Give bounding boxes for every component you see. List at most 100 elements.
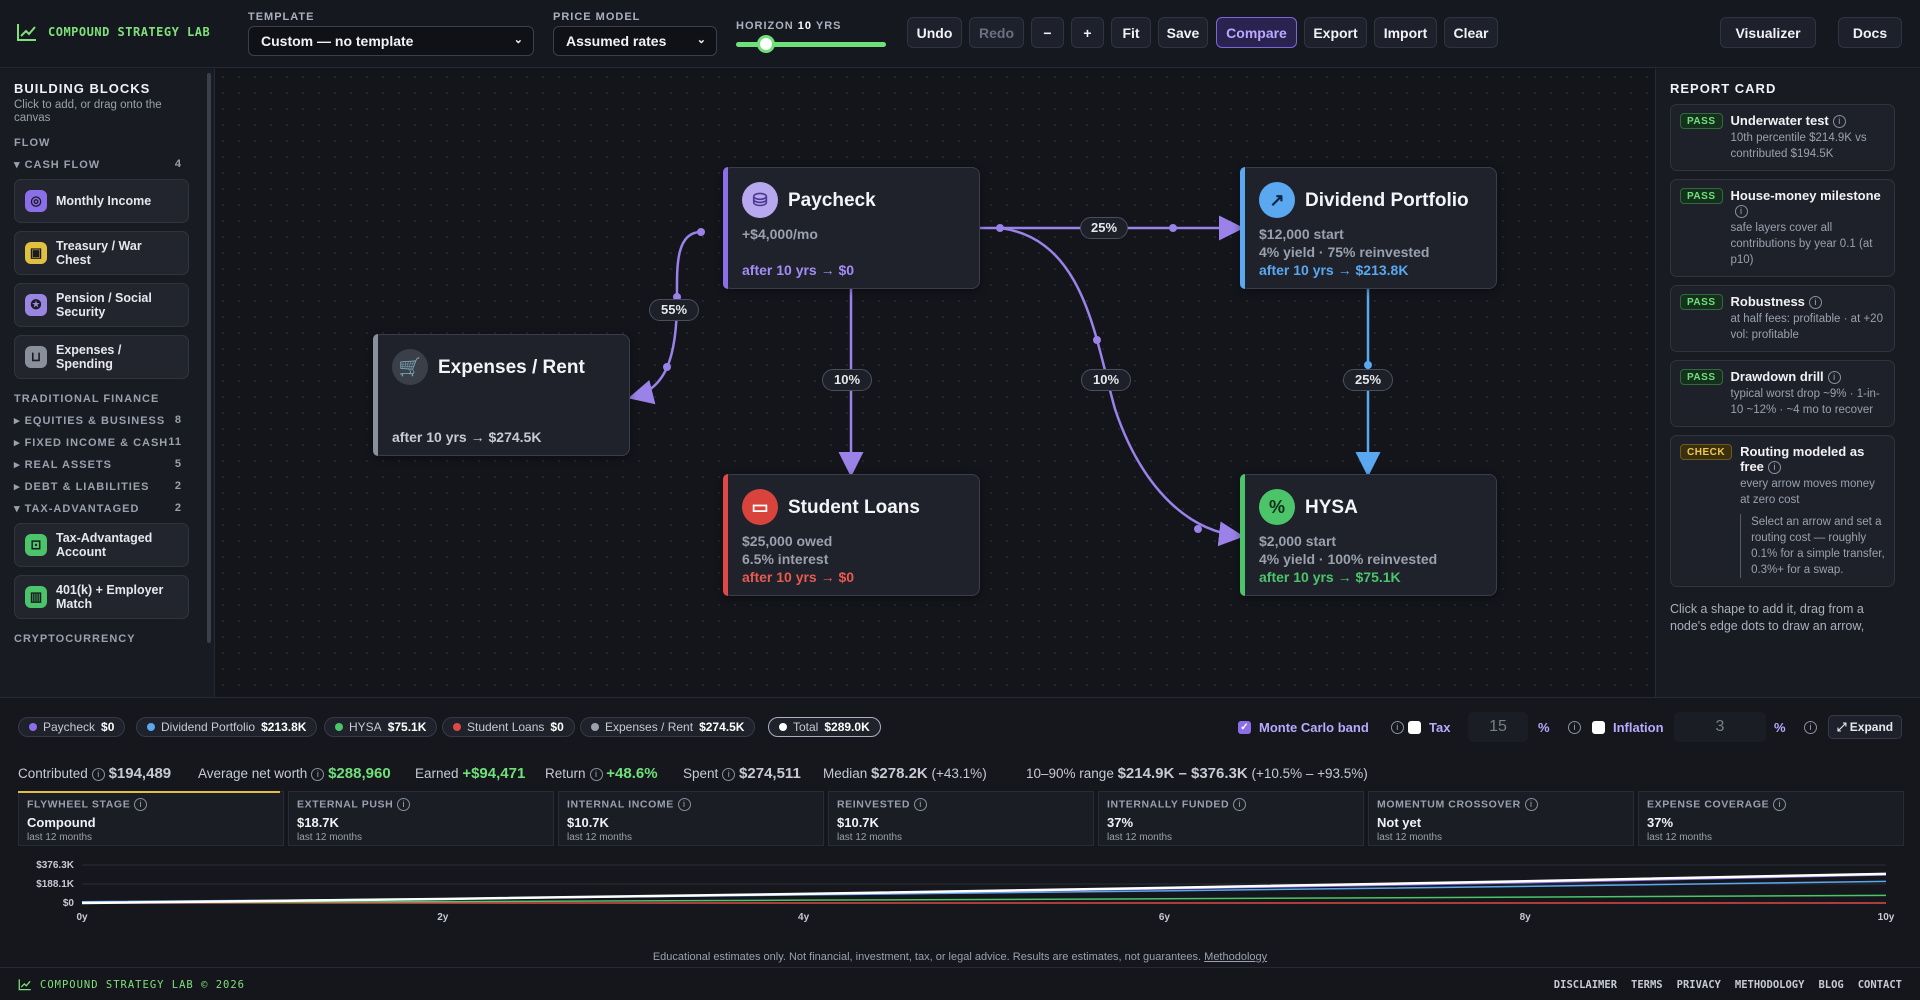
node-dividend-portfolio[interactable]: ↗ Dividend Portfolio $12,000 start 4% yi… bbox=[1240, 167, 1497, 289]
fit-button[interactable]: Fit bbox=[1111, 17, 1151, 48]
block-monthly-income[interactable]: ◎ Monthly Income bbox=[14, 179, 189, 223]
block-treasury-war-chest[interactable]: ▣ Treasury / War Chest bbox=[14, 231, 189, 275]
info-icon[interactable]: i bbox=[1767, 461, 1781, 475]
report-item-title: Drawdown drill i bbox=[1731, 369, 1886, 385]
legend-chip[interactable]: Student Loans $0 bbox=[442, 717, 575, 737]
category-fixed-income-cash[interactable]: ▸ FIXED INCOME & CASH 11 bbox=[14, 436, 182, 449]
horizon-slider-handle[interactable] bbox=[757, 35, 775, 53]
footer-link[interactable]: BLOG bbox=[1818, 979, 1843, 991]
category-real-assets[interactable]: ▸ REAL ASSETS 5 bbox=[14, 458, 182, 471]
methodology-link[interactable]: Methodology bbox=[1204, 951, 1267, 963]
info-icon[interactable]: i bbox=[134, 798, 148, 811]
status-badge: CHECK bbox=[1680, 444, 1733, 461]
block-tax-advantaged-account[interactable]: ⊡ Tax-Advantaged Account bbox=[14, 523, 189, 567]
undo-button[interactable]: Undo bbox=[907, 17, 962, 48]
info-icon[interactable]: i bbox=[1804, 721, 1817, 734]
legend-chip[interactable]: HYSA $75.1K bbox=[324, 717, 438, 737]
info-icon[interactable]: i bbox=[1773, 798, 1787, 811]
strategy-canvas[interactable]: 25% 55% 10% 10% 25% ⛁ Paycheck +$4,000/m… bbox=[215, 69, 1655, 697]
info-icon[interactable]: i bbox=[722, 767, 736, 781]
clear-button[interactable]: Clear bbox=[1444, 17, 1498, 48]
info-icon[interactable]: i bbox=[397, 798, 411, 811]
footer-link[interactable]: TERMS bbox=[1631, 979, 1663, 991]
info-icon[interactable]: i bbox=[1233, 798, 1247, 811]
info-icon[interactable]: i bbox=[1832, 115, 1846, 129]
inflation-toggle[interactable]: Inflation bbox=[1592, 720, 1664, 735]
footer-link[interactable]: CONTACT bbox=[1858, 979, 1902, 991]
info-icon[interactable]: i bbox=[1524, 798, 1538, 811]
metric-card[interactable]: FLYWHEEL STAGE i Compound last 12 months bbox=[18, 791, 284, 846]
category-tax-advantaged[interactable]: ▾ TAX-ADVANTAGED 2 bbox=[14, 502, 182, 515]
info-icon[interactable]: i bbox=[1808, 296, 1822, 310]
report-item[interactable]: PASS House-money milestonei safe layers co… bbox=[1670, 179, 1895, 278]
legend-chip[interactable]: Paycheck $0 bbox=[18, 717, 126, 737]
metric-card[interactable]: EXTERNAL PUSH i $18.7K last 12 months bbox=[288, 791, 554, 846]
checkbox-unchecked-icon[interactable] bbox=[1408, 721, 1421, 734]
expand-button[interactable]: ⤢ Expand bbox=[1828, 715, 1902, 739]
category-cash-flow[interactable]: ▾ CASH FLOW 4 bbox=[14, 158, 182, 171]
metric-card[interactable]: MOMENTUM CROSSOVER i Not yet last 12 months bbox=[1368, 791, 1634, 846]
report-item[interactable]: CHECK Routing modeled as free i every arrow… bbox=[1670, 435, 1895, 588]
node-paycheck[interactable]: ⛁ Paycheck +$4,000/mo after 10 yrs → $0 bbox=[723, 167, 980, 289]
category-equities-business[interactable]: ▸ EQUITIES & BUSINESS 8 bbox=[14, 414, 182, 427]
footer-link[interactable]: PRIVACY bbox=[1677, 979, 1721, 991]
footer-link[interactable]: DISCLAIMER bbox=[1554, 979, 1617, 991]
info-icon[interactable]: i bbox=[1568, 721, 1581, 734]
legend-chip[interactable]: Dividend Portfolio $213.8K bbox=[136, 717, 318, 737]
save-button[interactable]: Save bbox=[1158, 17, 1208, 48]
info-icon[interactable]: i bbox=[914, 798, 928, 811]
metric-card[interactable]: INTERNAL INCOME i $10.7K last 12 months bbox=[558, 791, 824, 846]
footer-link[interactable]: METHODOLOGY bbox=[1735, 979, 1805, 991]
docs-button[interactable]: Docs bbox=[1838, 17, 1902, 48]
report-item[interactable]: PASS Drawdown drill i typical worst drop ~9… bbox=[1670, 360, 1895, 428]
legend-chip[interactable]: Expenses / Rent $274.5K bbox=[580, 717, 756, 737]
metric-card[interactable]: REINVESTED i $10.7K last 12 months bbox=[828, 791, 1094, 846]
zoom-out-button[interactable]: − bbox=[1031, 17, 1064, 48]
legend-chip[interactable]: Total $289.0K bbox=[768, 717, 881, 737]
edge-label-paycheck-dividend[interactable]: 25% bbox=[1080, 217, 1128, 239]
block-pension-social-security[interactable]: ✪ Pension / Social Security bbox=[14, 283, 189, 327]
tax-rate-input[interactable]: 15 bbox=[1468, 712, 1528, 742]
zoom-in-button[interactable]: + bbox=[1071, 17, 1104, 48]
tax-toggle[interactable]: Tax bbox=[1408, 720, 1450, 735]
report-item[interactable]: PASS Underwater test i 10th percentile $214… bbox=[1670, 104, 1895, 172]
brand-name: COMPOUND STRATEGY LAB bbox=[48, 25, 211, 39]
info-icon[interactable]: i bbox=[1390, 721, 1404, 734]
credit-card-icon: ▭ bbox=[742, 489, 778, 525]
inflation-rate-input[interactable]: 3 bbox=[1674, 712, 1766, 742]
metric-card[interactable]: INTERNALLY FUNDED i 37% last 12 months bbox=[1098, 791, 1364, 846]
monte-carlo-toggle[interactable]: ✓ Monte Carlo band i bbox=[1238, 720, 1404, 735]
import-button[interactable]: Import bbox=[1374, 17, 1437, 48]
compare-button[interactable]: Compare bbox=[1216, 17, 1297, 48]
report-item[interactable]: PASS Robustness i at half fees: profitable … bbox=[1670, 285, 1895, 353]
info-icon[interactable]: i bbox=[91, 767, 105, 781]
checkbox-unchecked-icon[interactable] bbox=[1592, 721, 1605, 734]
visualizer-button[interactable]: Visualizer bbox=[1720, 17, 1816, 48]
metric-card[interactable]: EXPENSE COVERAGE i 37% last 12 months bbox=[1638, 791, 1904, 846]
redo-button[interactable]: Redo bbox=[969, 17, 1024, 48]
horizon-slider[interactable] bbox=[736, 35, 886, 53]
brand[interactable]: COMPOUND STRATEGY LAB bbox=[16, 22, 210, 42]
info-icon[interactable]: i bbox=[311, 767, 325, 781]
block-401-k-employer-match[interactable]: ▥ 401(k) + Employer Match bbox=[14, 575, 189, 619]
edge-label-paycheck-loans[interactable]: 10% bbox=[822, 369, 872, 391]
node-expenses-rent[interactable]: 🛒 Expenses / Rent after 10 yrs → $274.5K bbox=[373, 334, 630, 456]
edge-label-dividend-hysa[interactable]: 25% bbox=[1343, 369, 1393, 391]
category-debt-liabilities[interactable]: ▸ DEBT & LIABILITIES 2 bbox=[14, 480, 182, 493]
price-model-select[interactable]: Assumed rates ⌄ bbox=[553, 26, 717, 56]
node-student-loans[interactable]: ▭ Student Loans $25,000 owed 6.5% intere… bbox=[723, 474, 980, 596]
block-label: Expenses / Spending bbox=[56, 343, 122, 371]
sidebar-scrollbar[interactable] bbox=[207, 73, 211, 643]
node-title: HYSA bbox=[1305, 497, 1358, 518]
block-expenses-spending[interactable]: ⊔ Expenses / Spending bbox=[14, 335, 189, 379]
export-button[interactable]: Export bbox=[1304, 17, 1367, 48]
checkbox-checked-icon[interactable]: ✓ bbox=[1238, 721, 1251, 734]
edge-label-paycheck-hysa[interactable]: 10% bbox=[1081, 369, 1131, 391]
info-icon[interactable]: i bbox=[589, 767, 603, 781]
template-select[interactable]: Custom — no template ⌄ bbox=[248, 26, 534, 56]
info-icon[interactable]: i bbox=[1827, 371, 1841, 385]
info-icon[interactable]: i bbox=[677, 798, 691, 811]
edge-label-paycheck-expenses[interactable]: 55% bbox=[649, 299, 699, 321]
info-icon[interactable]: i bbox=[1734, 205, 1748, 219]
node-hysa[interactable]: % HYSA $2,000 start 4% yield · 100% rein… bbox=[1240, 474, 1497, 596]
